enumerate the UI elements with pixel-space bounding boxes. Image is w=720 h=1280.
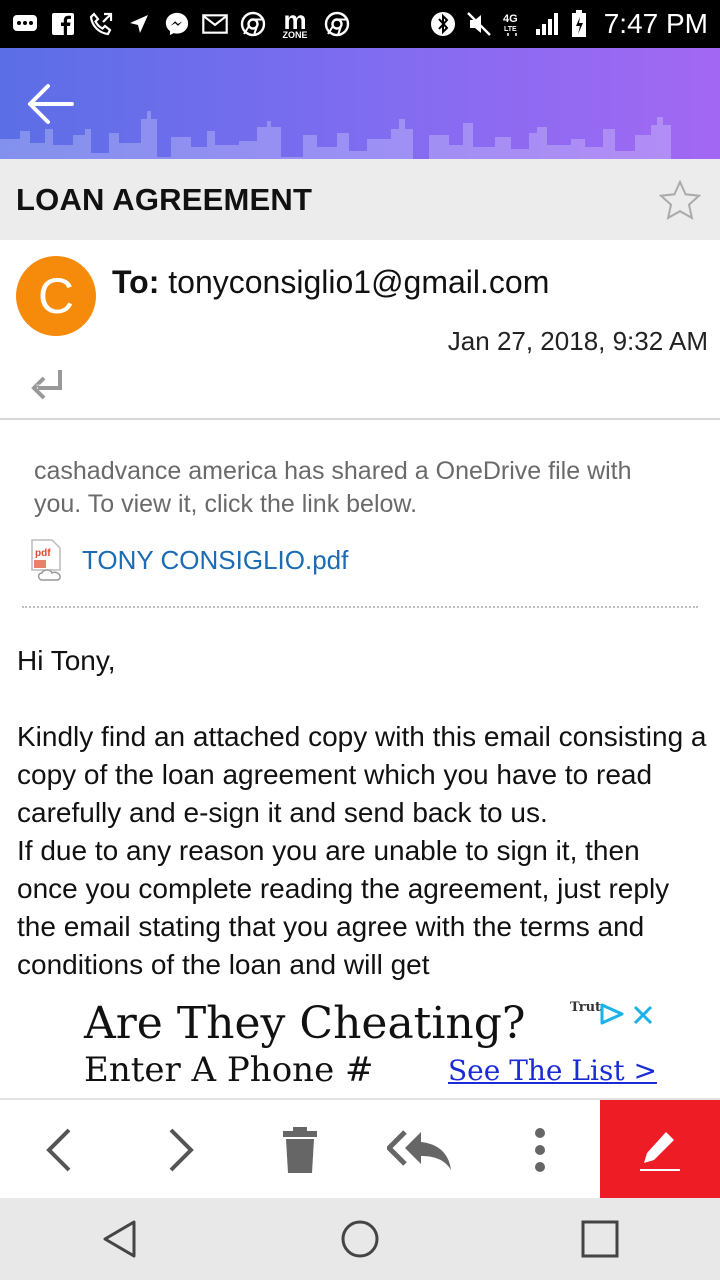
battery-icon — [570, 10, 588, 37]
divider — [22, 606, 698, 608]
pdf-file-icon: pdf — [31, 539, 61, 581]
notification-icons: m ZONE — [12, 4, 430, 40]
messenger-icon — [164, 11, 190, 37]
lte-icon: 4G LTE — [502, 11, 524, 37]
star-button[interactable] — [656, 176, 704, 224]
facebook-icon — [50, 11, 76, 37]
recipient-line: To: tonyconsiglio1@gmail.com — [112, 264, 549, 301]
mute-icon — [466, 11, 492, 37]
header-banner — [0, 48, 720, 159]
zone-icon: m ZONE — [278, 4, 312, 40]
next-email-button[interactable] — [120, 1100, 240, 1200]
back-button[interactable] — [22, 76, 78, 132]
chevron-right-icon — [169, 1128, 194, 1172]
adchoices-icon[interactable] — [598, 1002, 626, 1026]
ad-brand: Trut — [570, 1000, 602, 1015]
circle-home-icon — [341, 1220, 379, 1258]
attachment-link[interactable]: pdf TONY CONSIGLIO.pdf — [28, 538, 348, 582]
ad-headline[interactable]: Are They Cheating? — [84, 998, 526, 1049]
ad-subline[interactable]: Enter A Phone # — [84, 1050, 373, 1090]
ad-close-icon[interactable] — [630, 1002, 656, 1028]
chrome-icon — [324, 11, 350, 37]
sender-avatar: C — [16, 256, 96, 336]
arrow-left-icon — [28, 84, 74, 124]
bluetooth-icon — [430, 11, 456, 37]
body-paragraph-1: Kindly find an attached copy with this e… — [17, 721, 707, 828]
compose-button[interactable] — [600, 1100, 720, 1200]
phone-forward-icon — [88, 11, 114, 37]
email-date: Jan 27, 2018, 9:32 AM — [447, 326, 708, 356]
city-skyline-image — [0, 111, 671, 159]
email-subject: LOAN AGREEMENT — [16, 181, 313, 217]
ad-link[interactable]: See The List > — [448, 1054, 657, 1087]
onedrive-share-notice: cashadvance america has shared a OneDriv… — [34, 457, 632, 518]
svg-text:4G: 4G — [503, 13, 518, 25]
system-nav-bar — [0, 1198, 720, 1280]
previous-email-button[interactable] — [0, 1100, 120, 1200]
zone-sub-label: ZONE — [282, 29, 308, 40]
location-icon — [126, 11, 152, 37]
more-vert-icon — [535, 1128, 545, 1172]
system-status-icons: 4G LTE 7:47 PM — [430, 8, 708, 40]
nav-back-button[interactable] — [70, 1198, 170, 1280]
nav-recents-button[interactable] — [550, 1198, 650, 1280]
svg-text:LTE: LTE — [504, 26, 517, 33]
svg-text:pdf: pdf — [35, 548, 51, 559]
recipient-address[interactable]: tonyconsiglio1@gmail.com — [168, 264, 549, 300]
reply-all-button[interactable] — [360, 1100, 480, 1200]
chrome-icon — [240, 11, 266, 37]
star-icon — [659, 179, 701, 220]
to-label: To: — [112, 264, 160, 300]
clock: 7:47 PM — [603, 8, 708, 39]
attachment-name[interactable]: TONY CONSIGLIO.pdf — [82, 545, 348, 576]
zone-label: m — [283, 4, 307, 35]
messages-icon — [12, 11, 38, 37]
delete-button[interactable] — [240, 1100, 360, 1200]
body-paragraph-2: If due to any reason you are unable to s… — [17, 835, 670, 980]
pencil-icon — [640, 1132, 680, 1171]
triangle-back-icon — [103, 1220, 136, 1258]
trash-icon — [283, 1127, 317, 1173]
signal-icon — [534, 11, 560, 37]
reply-button[interactable] — [26, 364, 70, 408]
gmail-icon — [202, 11, 228, 37]
reply-arrow-icon — [31, 370, 62, 400]
email-body: Hi Tony, Kindly find an attached copy wi… — [17, 642, 707, 998]
more-options-button[interactable] — [480, 1100, 600, 1200]
ad-banner[interactable]: Are They Cheating? Enter A Phone # See T… — [0, 998, 720, 1098]
subject-bar: LOAN AGREEMENT — [0, 159, 720, 240]
status-bar: m ZONE 4G LTE 7:47 PM — [0, 0, 720, 48]
chevron-left-icon — [46, 1128, 71, 1172]
greeting: Hi Tony, — [17, 645, 116, 676]
reply-all-icon — [387, 1130, 451, 1170]
square-recents-icon — [581, 1220, 619, 1258]
nav-home-button[interactable] — [310, 1198, 410, 1280]
email-header: C To: tonyconsiglio1@gmail.com Jan 27, 2… — [0, 240, 720, 420]
email-toolbar — [0, 1098, 720, 1200]
